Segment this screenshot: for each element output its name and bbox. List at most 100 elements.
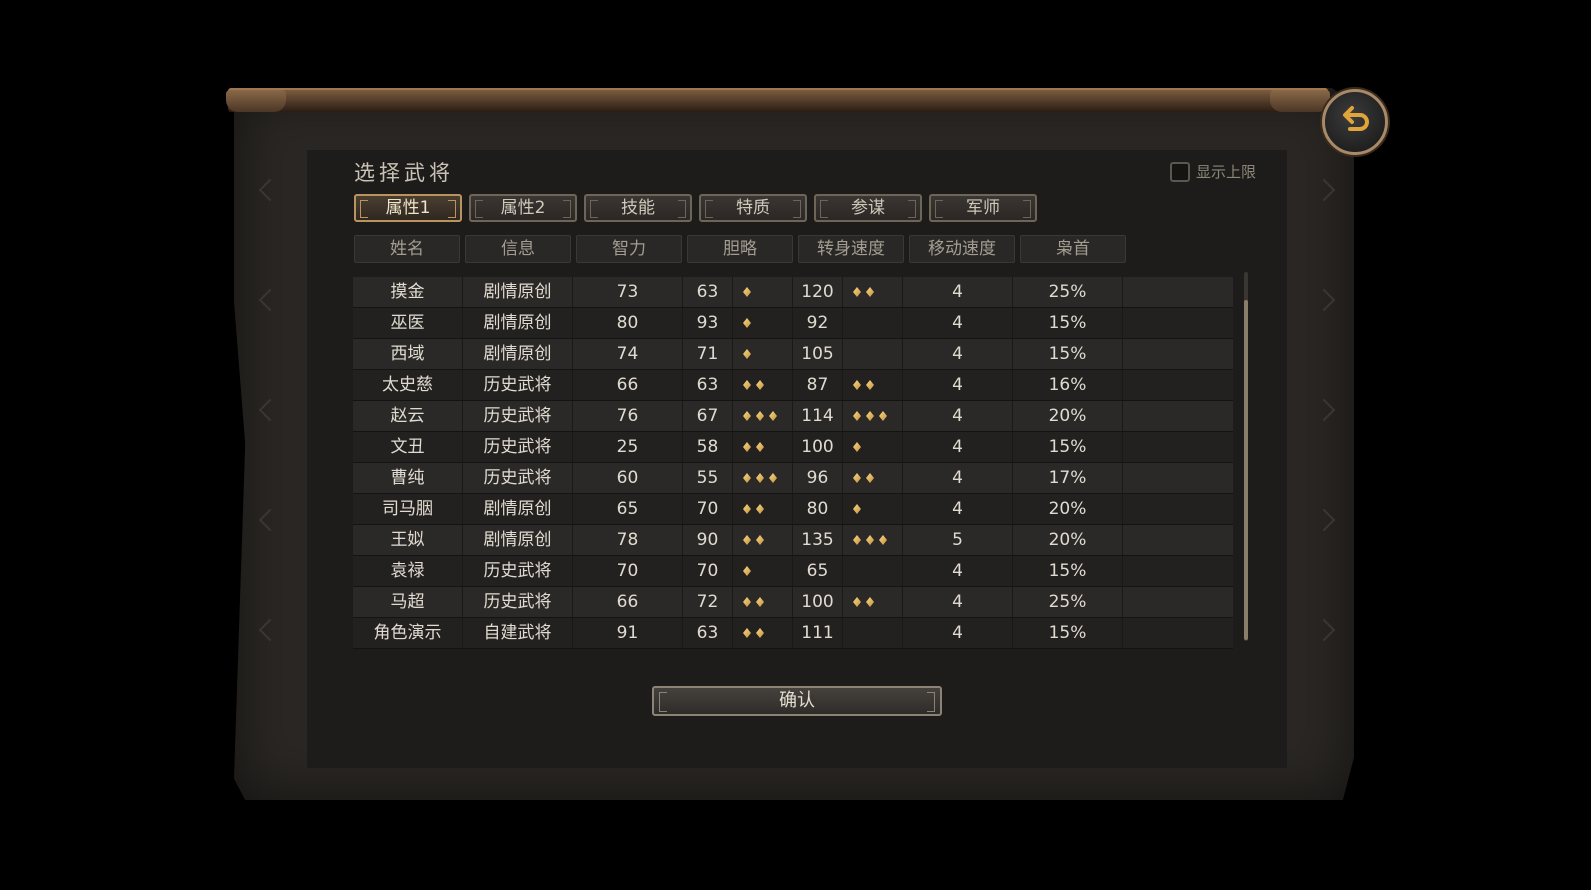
turn-speed-value: 105 — [793, 339, 843, 369]
general-name: 摸金 — [353, 277, 463, 307]
boldness-value: 63 — [683, 370, 733, 400]
rank-gem-icon — [743, 535, 751, 545]
rank-gem-icon — [743, 504, 751, 514]
boldness-value: 63 — [683, 277, 733, 307]
boldness-value: 72 — [683, 587, 733, 617]
empty-cell — [1123, 339, 1233, 369]
turn-speed-rank — [843, 587, 903, 617]
boldness-value: 70 — [683, 556, 733, 586]
boldness-value: 58 — [683, 432, 733, 462]
boldness-value: 70 — [683, 494, 733, 524]
empty-cell — [1123, 494, 1233, 524]
behead-value: 20% — [1013, 525, 1123, 555]
boldness-rank — [733, 494, 793, 524]
behead-value: 20% — [1013, 401, 1123, 431]
table-row[interactable]: 摸金 剧情原创 73 63 120 4 25% — [353, 277, 1233, 308]
general-name: 西域 — [353, 339, 463, 369]
table-row[interactable]: 袁禄 历史武将 70 70 65 4 15% — [353, 556, 1233, 587]
table-row[interactable]: 西域 剧情原创 74 71 105 4 15% — [353, 339, 1233, 370]
general-name: 曹纯 — [353, 463, 463, 493]
move-speed-value: 4 — [903, 432, 1013, 462]
show-limit-toggle[interactable]: 显示上限 — [1170, 161, 1256, 182]
tab-3[interactable]: 技能 — [584, 194, 692, 222]
intelligence-value: 25 — [573, 432, 683, 462]
column-header[interactable]: 智力 — [576, 235, 682, 263]
show-limit-label: 显示上限 — [1196, 163, 1257, 181]
boldness-rank — [733, 370, 793, 400]
general-info: 剧情原创 — [463, 277, 573, 307]
show-limit-checkbox[interactable] — [1170, 161, 1190, 182]
boldness-rank — [733, 277, 793, 307]
rank-gem-icon — [853, 597, 861, 607]
table-scrollbar[interactable] — [1244, 272, 1248, 641]
back-button[interactable] — [1322, 89, 1388, 155]
boldness-rank — [733, 401, 793, 431]
column-header[interactable]: 胆略 — [687, 235, 793, 263]
scrollbar-thumb[interactable] — [1244, 300, 1248, 640]
behead-value: 15% — [1013, 618, 1123, 648]
turn-speed-value: 96 — [793, 463, 843, 493]
column-header[interactable]: 姓名 — [354, 235, 460, 263]
boldness-rank — [733, 556, 793, 586]
table-row[interactable]: 巫医 剧情原创 80 93 92 4 15% — [353, 308, 1233, 339]
confirm-button[interactable]: 确认 — [652, 686, 942, 716]
turn-speed-rank — [843, 525, 903, 555]
table-row[interactable]: 司马胭 剧情原创 65 70 80 4 20% — [353, 494, 1233, 525]
general-name: 角色演示 — [353, 618, 463, 648]
general-info: 历史武将 — [463, 432, 573, 462]
page-title: 选择武将 — [354, 161, 454, 185]
column-header[interactable]: 转身速度 — [798, 235, 904, 263]
boldness-rank — [733, 463, 793, 493]
general-name: 王姒 — [353, 525, 463, 555]
turn-speed-rank — [843, 618, 903, 648]
tab-5[interactable]: 参谋 — [814, 194, 922, 222]
turn-speed-rank — [843, 339, 903, 369]
turn-speed-rank — [843, 556, 903, 586]
column-header[interactable]: 信息 — [465, 235, 571, 263]
tab-6[interactable]: 军师 — [929, 194, 1037, 222]
table-row[interactable]: 王姒 剧情原创 78 90 135 5 20% — [353, 525, 1233, 556]
column-header[interactable]: 移动速度 — [909, 235, 1015, 263]
empty-cell — [1123, 308, 1233, 338]
column-header[interactable]: 枭首 — [1020, 235, 1126, 263]
boldness-value: 90 — [683, 525, 733, 555]
turn-speed-value: 92 — [793, 308, 843, 338]
intelligence-value: 65 — [573, 494, 683, 524]
general-info: 历史武将 — [463, 370, 573, 400]
turn-speed-value: 80 — [793, 494, 843, 524]
general-info: 自建武将 — [463, 618, 573, 648]
table-row[interactable]: 马超 历史武将 66 72 100 4 25% — [353, 587, 1233, 618]
tab-1[interactable]: 属性1 — [354, 194, 462, 222]
turn-speed-value: 135 — [793, 525, 843, 555]
general-name: 太史慈 — [353, 370, 463, 400]
table-row[interactable]: 曹纯 历史武将 60 55 96 4 17% — [353, 463, 1233, 494]
rank-gem-icon — [756, 597, 764, 607]
rank-gem-icon — [743, 318, 751, 328]
boldness-rank — [733, 587, 793, 617]
turn-speed-value: 87 — [793, 370, 843, 400]
tab-4[interactable]: 特质 — [699, 194, 807, 222]
boldness-value: 67 — [683, 401, 733, 431]
move-speed-value: 4 — [903, 587, 1013, 617]
rank-gem-icon — [853, 380, 861, 390]
rank-gem-icon — [756, 504, 764, 514]
table-row[interactable]: 角色演示 自建武将 91 63 111 4 15% — [353, 618, 1233, 649]
table-row[interactable]: 文丑 历史武将 25 58 100 4 15% — [353, 432, 1233, 463]
empty-cell — [1123, 370, 1233, 400]
tab-2[interactable]: 属性2 — [469, 194, 577, 222]
boldness-rank — [733, 432, 793, 462]
general-info: 历史武将 — [463, 401, 573, 431]
rank-gem-icon — [756, 411, 764, 421]
general-info: 剧情原创 — [463, 494, 573, 524]
rank-gem-icon — [853, 535, 861, 545]
rank-gem-icon — [743, 473, 751, 483]
empty-cell — [1123, 277, 1233, 307]
table-row[interactable]: 赵云 历史武将 76 67 114 4 20% — [353, 401, 1233, 432]
behead-value: 25% — [1013, 277, 1123, 307]
turn-speed-value: 114 — [793, 401, 843, 431]
intelligence-value: 73 — [573, 277, 683, 307]
rank-gem-icon — [743, 566, 751, 576]
table-row[interactable]: 太史慈 历史武将 66 63 87 4 16% — [353, 370, 1233, 401]
rank-gem-icon — [853, 411, 861, 421]
turn-speed-value: 65 — [793, 556, 843, 586]
